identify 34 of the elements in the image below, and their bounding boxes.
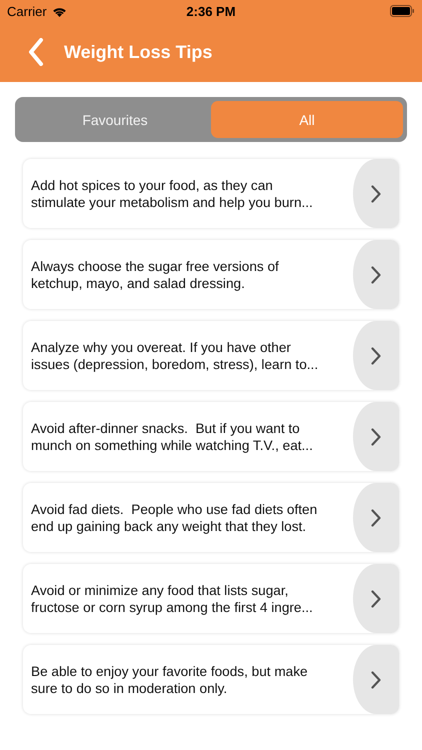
- chevron-icon: [371, 346, 381, 364]
- battery-icon: [390, 5, 415, 17]
- tip-card[interactable]: Avoid or minimize any food that lists sugar, fructose or corn syrup among the first 4 ingre...: [23, 564, 399, 633]
- tip-text: Avoid fad diets. People who use fad diets often end up gaining back any weight that they lost.: [30, 500, 318, 534]
- tip-card[interactable]: Be able to enjoy your favorite foods, but make sure to do so in moderation only.: [23, 645, 399, 714]
- tip-card[interactable]: Add hot spices to your food, as they can stimulate your metabolism and help you burn...: [23, 159, 399, 228]
- disclosure-button[interactable]: [353, 321, 399, 390]
- chevron-icon: [371, 508, 381, 526]
- chevron-icon: [371, 670, 381, 688]
- tip-text: Avoid after-dinner snacks. But if you want to munch on something while watching T.V., eat...: [30, 420, 314, 454]
- disclosure-button[interactable]: [353, 402, 399, 471]
- tip-text: Avoid or minimize any food that lists sugar, fructose or corn syrup among the first 4 ingre...: [30, 582, 314, 616]
- chevron-icon: [371, 428, 381, 446]
- disclosure-button[interactable]: [353, 564, 399, 633]
- disclosure-button[interactable]: [353, 240, 399, 309]
- tip-card[interactable]: Avoid fad diets. People who use fad diets often end up gaining back any weight that they lost.: [23, 483, 399, 552]
- status-time: 2:36 PM: [186, 4, 236, 18]
- disclosure-button[interactable]: [353, 159, 399, 228]
- tip-text: Add hot spices to your food, as they can stimulate your metabolism and help you burn...: [30, 176, 314, 210]
- chevron-icon: [371, 590, 381, 608]
- chevron-icon: [371, 266, 381, 284]
- tip-text: Analyze why you overeat. If you have other issues (depression, boredom, stress), learn to...: [30, 338, 320, 372]
- tip-card[interactable]: Always choose the sugar free versions of ketchup, mayo, and salad dressing.: [23, 240, 399, 309]
- back-icon[interactable]: [28, 38, 44, 66]
- tip-text: Always choose the sugar free versions of ketchup, mayo, and salad dressing.: [30, 258, 280, 292]
- screen-title: Weight Loss Tips: [64, 42, 212, 62]
- carrier-label: Carrier: [7, 4, 47, 18]
- chevron-icon: [371, 184, 381, 202]
- tip-text: Be able to enjoy your favorite foods, but make sure to do so in moderation only.: [30, 662, 309, 696]
- tip-card[interactable]: Avoid after-dinner snacks. But if you want to munch on something while watching T.V., eat...: [23, 402, 399, 471]
- wifi-icon: [52, 6, 67, 16]
- disclosure-button[interactable]: [353, 483, 399, 552]
- disclosure-button[interactable]: [353, 645, 399, 714]
- tip-card[interactable]: Analyze why you overeat. If you have other issues (depression, boredom, stress), learn to...: [23, 321, 399, 390]
